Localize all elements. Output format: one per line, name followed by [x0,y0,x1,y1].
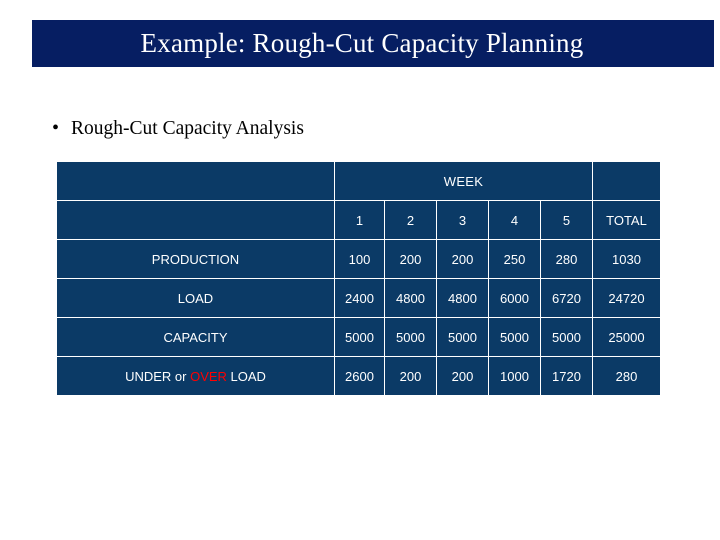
table-cell: 5000 [334,317,385,357]
table-cell: 24720 [592,278,661,318]
table-header-label-blank [56,200,335,240]
table-cell: 100 [334,239,385,279]
table-cell: 250 [488,239,541,279]
row-label-segment: PRODUCTION [151,251,240,267]
table-row: PRODUCTION 100 200 200 250 280 1030 [56,239,661,279]
table-group-header-row: WEEK [56,161,661,201]
row-label-segment: UNDER or [125,368,191,384]
table-cell: 6000 [488,278,541,318]
row-label-segment: CAPACITY [163,329,228,345]
page-title: Example: Rough-Cut Capacity Planning [140,28,584,58]
bullet-row: • Rough-Cut Capacity Analysis [52,118,304,140]
table-row: LOAD 2400 4800 4800 6000 6720 24720 [56,278,661,318]
table-column-header: 2 [384,200,437,240]
table-cell: 2400 [334,278,385,318]
table-cell: 2600 [334,356,385,396]
table-column-header: 1 [334,200,385,240]
table-cell: 280 [592,356,661,396]
week-group-header: WEEK [334,161,593,201]
table-cell: 6720 [540,278,593,318]
table-header-row: 1 2 3 4 5 TOTAL [56,200,661,240]
table-cell: 4800 [384,278,437,318]
table-cell: 25000 [592,317,661,357]
table-corner-empty-right [592,161,661,201]
table-row-label: PRODUCTION [56,239,335,279]
table-cell: 1720 [540,356,593,396]
bullet-text: Rough-Cut Capacity Analysis [71,118,304,139]
table-cell: 280 [540,239,593,279]
table-cell: 5000 [436,317,489,357]
row-label-segment: LOAD [177,290,214,306]
table-cell: 4800 [436,278,489,318]
table-row: UNDER or OVER LOAD 2600 200 200 1000 1720 280 [56,356,661,396]
table-cell: 200 [384,356,437,396]
table-cell: 5000 [384,317,437,357]
table-corner-empty [56,161,335,201]
table-column-header: 5 [540,200,593,240]
table-row-label: CAPACITY [56,317,335,357]
table-cell: 5000 [540,317,593,357]
table-cell: 200 [436,239,489,279]
table-row-label: LOAD [56,278,335,318]
table-row: CAPACITY 5000 5000 5000 5000 5000 25000 [56,317,661,357]
row-label-segment: LOAD [226,368,266,384]
table-cell: 1030 [592,239,661,279]
table-cell: 1000 [488,356,541,396]
table-cell: 200 [436,356,489,396]
table-row-label: UNDER or OVER LOAD [56,356,335,396]
right-edge [714,0,720,540]
table-column-header: TOTAL [592,200,661,240]
slide: Example: Rough-Cut Capacity Planning • R… [0,0,720,540]
row-label-segment: OVER [190,368,227,384]
bullet-marker-icon: • [52,117,60,139]
table-column-header: 4 [488,200,541,240]
table-column-header: 3 [436,200,489,240]
table-cell: 5000 [488,317,541,357]
capacity-table-wrap: WEEK 1 2 3 4 5 TOTAL PRODUCTION 100 200 200 250 280 1… [56,161,661,396]
rough-cut-capacity-table: WEEK 1 2 3 4 5 TOTAL PRODUCTION 100 200 200 250 280 1… [56,161,661,396]
table-cell: 200 [384,239,437,279]
